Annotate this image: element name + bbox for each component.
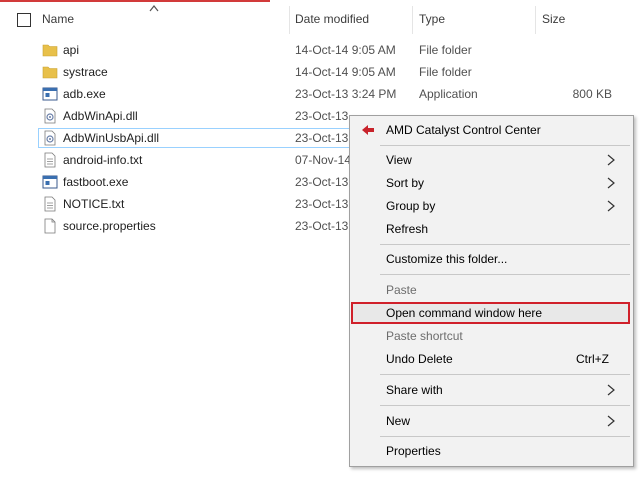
menu-item-label: Refresh <box>386 222 429 236</box>
file-name: source.properties <box>63 219 156 233</box>
context-menu: AMD Catalyst Control Center View Sort by… <box>349 115 634 467</box>
menu-item-label: AMD Catalyst Control Center <box>386 123 541 137</box>
menu-separator <box>380 405 630 406</box>
file-date: 23-Oct-13 <box>295 131 349 145</box>
file-date: 23-Oct-13 <box>295 175 349 189</box>
menu-item-label: Undo Delete <box>386 352 453 366</box>
exe-icon <box>42 87 58 101</box>
dll-icon <box>44 108 56 124</box>
text-file-icon <box>44 196 56 212</box>
folder-icon <box>42 66 58 79</box>
menu-item-refresh[interactable]: Refresh <box>350 218 633 240</box>
file-date: 23-Oct-13 3:24 PM <box>295 87 397 101</box>
file-type: Application <box>419 87 478 101</box>
menu-item-amd-catalyst[interactable]: AMD Catalyst Control Center <box>350 119 633 141</box>
file-row[interactable]: systrace 14-Oct-14 9:05 AM File folder <box>0 62 640 82</box>
chevron-right-icon <box>607 384 615 396</box>
menu-item-sort-by[interactable]: Sort by <box>350 172 633 194</box>
chevron-right-icon <box>607 415 615 427</box>
column-name-header[interactable]: Name <box>42 12 74 26</box>
file-row[interactable]: adb.exe 23-Oct-13 3:24 PM Application 80… <box>0 84 640 104</box>
file-type: File folder <box>419 43 472 57</box>
menu-item-label: Sort by <box>386 176 425 190</box>
menu-item-label: Paste <box>386 283 417 297</box>
file-icon <box>44 218 56 234</box>
window-top-accent <box>0 0 270 2</box>
menu-separator <box>380 374 630 375</box>
folder-icon <box>42 44 58 57</box>
chevron-right-icon <box>607 200 615 212</box>
menu-separator <box>380 274 630 275</box>
file-name: android-info.txt <box>63 153 143 167</box>
exe-icon <box>42 175 58 189</box>
menu-item-paste-shortcut[interactable]: Paste shortcut <box>350 325 633 347</box>
menu-item-label: Paste shortcut <box>386 329 463 343</box>
menu-separator <box>380 244 630 245</box>
file-name: api <box>63 43 80 57</box>
menu-item-view[interactable]: View <box>350 149 633 171</box>
file-name: NOTICE.txt <box>63 197 125 211</box>
menu-item-properties[interactable]: Properties <box>350 440 633 462</box>
menu-separator <box>380 436 630 437</box>
menu-item-label: Share with <box>386 383 443 397</box>
amd-catalyst-icon <box>362 125 374 135</box>
file-row[interactable]: api 14-Oct-14 9:05 AM File folder <box>0 40 640 60</box>
menu-item-label: Open command window here <box>386 306 543 320</box>
chevron-right-icon <box>607 177 615 189</box>
menu-item-label: Properties <box>386 444 441 458</box>
column-divider[interactable] <box>412 6 413 34</box>
menu-item-share-with[interactable]: Share with <box>350 379 633 401</box>
column-size-header[interactable]: Size <box>542 12 565 26</box>
menu-item-customize-folder[interactable]: Customize this folder... <box>350 248 633 270</box>
file-name: systrace <box>63 65 108 79</box>
text-file-icon <box>44 152 56 168</box>
file-date: 23-Oct-13 <box>295 197 349 211</box>
file-size: 800 KB <box>572 87 612 101</box>
menu-item-label: Customize this folder... <box>386 252 508 266</box>
column-divider[interactable] <box>289 6 290 34</box>
file-date: 14-Oct-14 9:05 AM <box>295 65 396 79</box>
column-type-header[interactable]: Type <box>419 12 445 26</box>
dll-icon <box>44 130 56 146</box>
menu-item-label: New <box>386 414 411 428</box>
column-date-header[interactable]: Date modified <box>295 12 369 26</box>
chevron-right-icon <box>607 154 615 166</box>
column-divider[interactable] <box>535 6 536 34</box>
file-date: 23-Oct-13 <box>295 109 349 123</box>
menu-item-open-command-window[interactable]: Open command window here <box>350 302 633 324</box>
file-name: adb.exe <box>63 87 106 101</box>
menu-item-group-by[interactable]: Group by <box>350 195 633 217</box>
menu-item-new[interactable]: New <box>350 410 633 432</box>
select-all-checkbox[interactable] <box>17 13 31 27</box>
file-date: 14-Oct-14 9:05 AM <box>295 43 396 57</box>
column-header: Name Date modified Type Size <box>0 3 640 34</box>
menu-item-label: Group by <box>386 199 436 213</box>
file-date: 07-Nov-14 <box>295 153 352 167</box>
file-name: AdbWinApi.dll <box>63 109 138 123</box>
menu-item-paste[interactable]: Paste <box>350 279 633 301</box>
file-name: AdbWinUsbApi.dll <box>63 131 160 145</box>
file-type: File folder <box>419 65 472 79</box>
menu-item-label: View <box>386 153 412 167</box>
sort-ascending-icon[interactable] <box>148 3 160 13</box>
file-date: 23-Oct-13 <box>295 219 349 233</box>
keyboard-shortcut: Ctrl+Z <box>576 352 609 366</box>
file-name: fastboot.exe <box>63 175 129 189</box>
menu-item-undo-delete[interactable]: Undo Delete Ctrl+Z <box>350 348 633 370</box>
menu-separator <box>380 145 630 146</box>
